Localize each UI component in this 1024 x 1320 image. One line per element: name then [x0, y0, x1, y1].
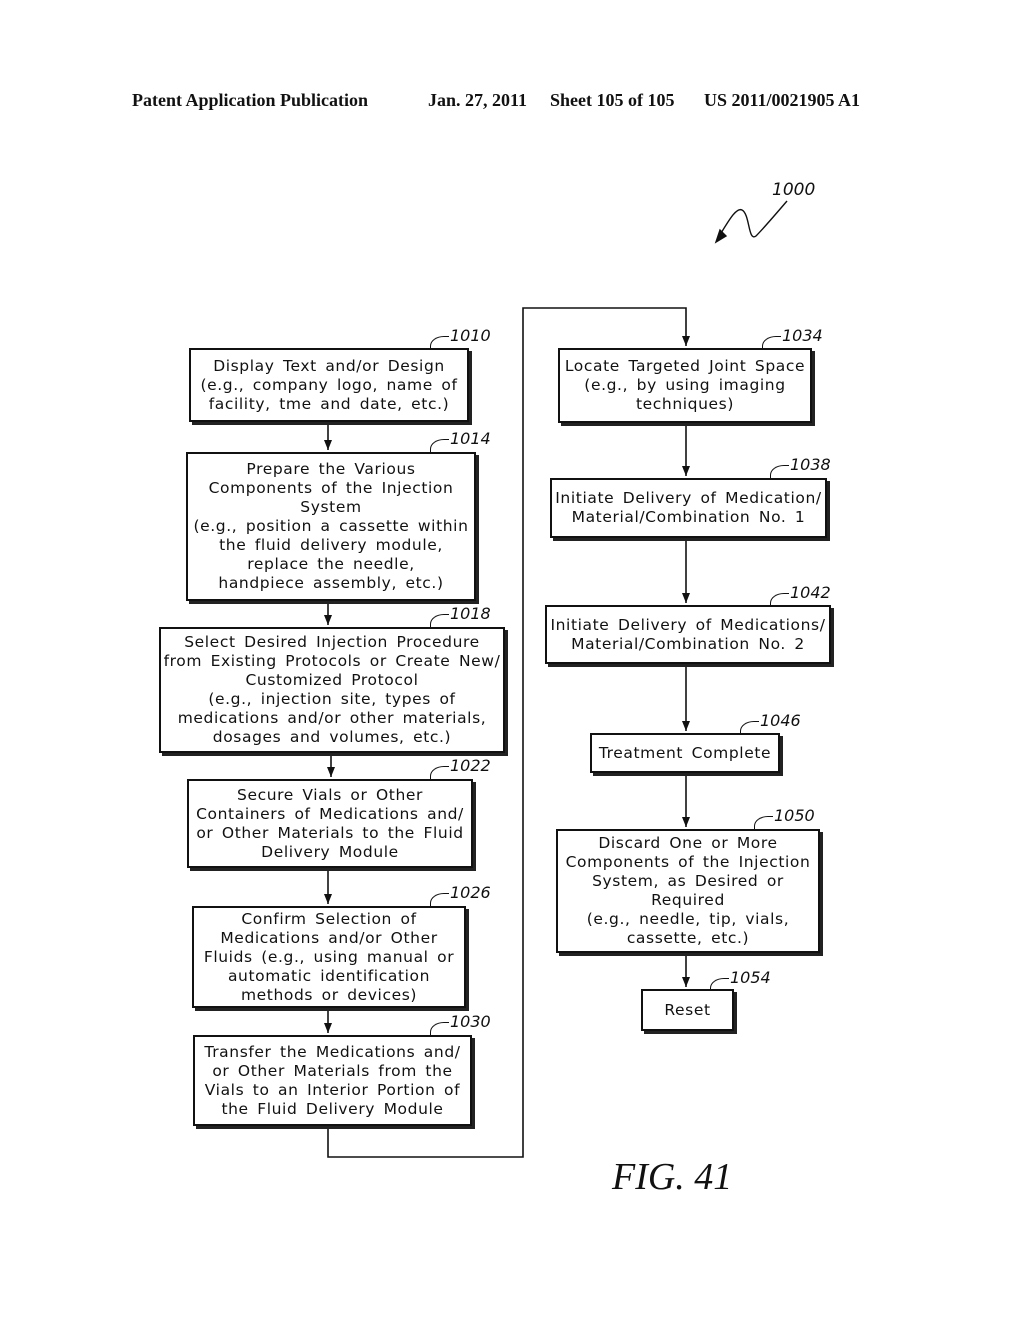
step-text-line: Secure Vials or Other — [237, 785, 423, 804]
step-1030-box: Transfer the Medications and/ or Other M… — [193, 1035, 472, 1126]
step-ref: 1046 — [740, 711, 801, 734]
step-text-line: (e.g., injection site, types of — [208, 690, 456, 708]
step-text-line: Containers of Medications and/ — [196, 804, 464, 823]
step-1046-box: Treatment Complete — [590, 733, 780, 773]
step-text-line: methods or devices) — [240, 985, 418, 1004]
step-text-line: cassette, etc.) — [626, 929, 750, 947]
step-text-line: (e.g., position a cassette within — [193, 517, 469, 535]
step-ref: 1022 — [430, 756, 491, 779]
figure-ref-arrow — [714, 200, 788, 244]
step-text-line: Select Desired Injection Procedure — [184, 633, 480, 651]
step-1014-box: Prepare the Various Components of the In… — [186, 452, 476, 601]
step-text-line: System — [300, 498, 362, 516]
step-text-line: Initiate Delivery of Medication/ — [555, 489, 822, 507]
step-text-line: Material/Combination No. 1 — [571, 508, 806, 526]
step-ref: 1050 — [754, 806, 815, 829]
step-text-line: Delivery Module — [261, 842, 399, 861]
step-1018-box: Select Desired Injection Procedure from … — [159, 627, 505, 753]
step-ref: 1054 — [710, 968, 771, 991]
step-text-line: Required — [651, 891, 725, 909]
step-text-line: Display Text and/or Design — [213, 356, 445, 375]
step-text-line: Transfer the Medications and/ — [204, 1042, 461, 1061]
step-ref: 1030 — [430, 1012, 491, 1035]
step-text-line: Medications and/or Other — [220, 928, 438, 947]
step-text-line: (e.g., by using imaging — [584, 376, 786, 394]
step-ref: 1014 — [430, 429, 491, 452]
step-text-line: Components of the Injection — [208, 479, 454, 497]
step-1054-box: Reset — [641, 989, 734, 1031]
step-text-line: (e.g., needle, tip, vials, — [586, 910, 790, 928]
step-text-line: facility, tme and date, etc.) — [208, 394, 450, 413]
step-1042-box: Initiate Delivery of Medications/ Materi… — [545, 605, 831, 664]
step-text-line: Fluids (e.g., using manual or — [203, 947, 455, 966]
step-1026-box: Confirm Selection of Medications and/or … — [192, 906, 466, 1008]
step-text-line: Initiate Delivery of Medications/ — [550, 615, 826, 634]
step-ref: 1026 — [430, 883, 491, 906]
step-text-line: the Fluid Delivery Module — [221, 1099, 444, 1118]
step-text-line: replace the needle, — [247, 555, 415, 573]
figure-label: FIG. 41 — [612, 1156, 733, 1198]
step-1022-box: Secure Vials or Other Containers of Medi… — [187, 779, 473, 868]
step-text-line: System, as Desired or — [592, 872, 784, 890]
step-1034-box: Locate Targeted Joint Space (e.g., by us… — [558, 348, 812, 423]
step-text-line: Vials to an Interior Portion of — [204, 1080, 461, 1099]
step-text-line: the fluid delivery module, — [219, 536, 443, 554]
step-text-line: Customized Protocol — [245, 671, 419, 689]
step-text-line: automatic identification — [227, 966, 431, 985]
step-text-line: or Other Materials from the — [212, 1061, 453, 1080]
step-ref: 1038 — [770, 455, 831, 478]
step-text-line: Components of the Injection — [565, 853, 811, 871]
step-text-line: Prepare the Various — [246, 460, 416, 478]
step-ref: 1010 — [430, 326, 491, 349]
connector-lines — [324, 200, 788, 1158]
step-text-line: Treatment Complete — [598, 743, 772, 762]
step-1050-box: Discard One or More Components of the In… — [556, 829, 820, 953]
step-ref: 1042 — [770, 583, 831, 606]
step-text-line: handpiece assembly, etc.) — [218, 574, 444, 592]
step-text-line: (e.g., company logo, name of — [200, 375, 458, 394]
step-text-line: Reset — [664, 1000, 711, 1019]
step-text-line: Locate Targeted Joint Space — [564, 357, 806, 375]
step-text-line: Discard One or More — [598, 834, 778, 852]
step-text-line: dosages and volumes, etc.) — [212, 728, 452, 746]
step-1010-box: Display Text and/or Design (e.g., compan… — [189, 348, 469, 422]
step-ref: 1018 — [430, 604, 491, 627]
step-text-line: Confirm Selection of — [241, 909, 417, 928]
step-text-line: or Other Materials to the Fluid — [196, 823, 464, 842]
step-ref: 1034 — [762, 326, 823, 349]
step-text-line: from Existing Protocols or Create New/ — [163, 652, 501, 670]
step-text-line: techniques) — [635, 395, 734, 413]
step-text-line: Material/Combination No. 2 — [571, 634, 805, 653]
step-text-line: medications and/or other materials, — [177, 709, 487, 727]
step-1038-box: Initiate Delivery of Medication/ Materia… — [550, 478, 827, 538]
